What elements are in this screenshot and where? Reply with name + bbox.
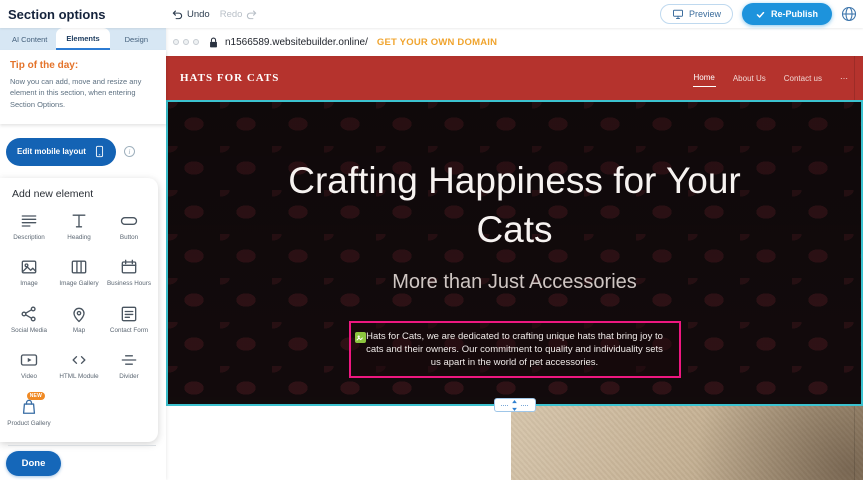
sidebar-divider bbox=[8, 445, 156, 446]
window-dot bbox=[183, 39, 189, 45]
map-icon bbox=[69, 304, 89, 324]
element-image[interactable]: Image bbox=[4, 257, 54, 289]
image-placeholder-icon bbox=[355, 332, 366, 343]
globe-icon bbox=[841, 6, 857, 22]
page-title: Section options bbox=[8, 7, 106, 22]
tip-title: Tip of the day: bbox=[10, 60, 156, 71]
window-dot bbox=[173, 39, 179, 45]
hero-subtitle[interactable]: More than Just Accessories bbox=[168, 271, 861, 294]
element-divider[interactable]: Divider bbox=[104, 350, 154, 382]
republish-button[interactable]: Re-Publish bbox=[742, 3, 832, 25]
hero-section-selected[interactable]: Crafting Happiness for Your Cats More th… bbox=[166, 100, 863, 406]
nav-about-us[interactable]: About Us bbox=[732, 70, 767, 87]
phone-icon bbox=[94, 144, 105, 159]
add-new-element-panel: Add new element Description Heading Butt… bbox=[0, 178, 158, 443]
description-icon bbox=[19, 211, 39, 231]
next-site-section bbox=[166, 406, 863, 480]
product-gallery-icon bbox=[19, 397, 39, 417]
resize-arrows-icon bbox=[511, 400, 518, 411]
language-globe-button[interactable] bbox=[841, 6, 857, 22]
history-controls: Undo Redo bbox=[172, 9, 257, 20]
business-hours-icon bbox=[119, 257, 139, 277]
element-html-module[interactable]: HTML Module bbox=[54, 350, 104, 382]
handle-dotted-line bbox=[521, 405, 528, 406]
add-element-title: Add new element bbox=[12, 188, 154, 200]
window-dot bbox=[193, 39, 199, 45]
nav-home[interactable]: Home bbox=[693, 69, 716, 87]
html-module-icon bbox=[69, 350, 89, 370]
element-contact-form[interactable]: Contact Form bbox=[104, 304, 154, 336]
video-icon bbox=[19, 350, 39, 370]
redo-label: Redo bbox=[220, 9, 243, 20]
element-image-gallery[interactable]: Image Gallery bbox=[54, 257, 104, 289]
site-url: n1566589.websitebuilder.online/ bbox=[225, 37, 368, 48]
redo-icon bbox=[246, 9, 257, 20]
tip-body: Now you can add, move and resize any ele… bbox=[10, 76, 156, 110]
element-button[interactable]: Button bbox=[104, 211, 154, 243]
section-options-sidebar: AI Content Elements Design Tip of the da… bbox=[0, 28, 166, 480]
app-screen: Section options Undo Redo Preview Re-Pub… bbox=[0, 0, 863, 480]
new-badge: NEW bbox=[27, 392, 45, 400]
top-toolbar: Section options Undo Redo Preview Re-Pub… bbox=[0, 0, 863, 28]
site-header: Hats for Cats Home About Us Contact us ⋯ bbox=[166, 56, 863, 100]
element-product-gallery[interactable]: NEW Product Gallery bbox=[4, 397, 54, 429]
divider-icon bbox=[119, 350, 139, 370]
preview-button[interactable]: Preview bbox=[660, 4, 733, 24]
check-icon bbox=[756, 10, 765, 19]
nav-contact-us[interactable]: Contact us bbox=[783, 70, 823, 87]
edit-mobile-row: Edit mobile layout i bbox=[6, 138, 166, 166]
site-logo[interactable]: Hats for Cats bbox=[180, 56, 279, 100]
element-video[interactable]: Video bbox=[4, 350, 54, 382]
handle-dotted-line bbox=[501, 405, 508, 406]
done-button[interactable]: Done bbox=[6, 451, 61, 476]
hero-title[interactable]: Crafting Happiness for Your Cats bbox=[280, 156, 750, 254]
site-nav: Home About Us Contact us ⋯ bbox=[693, 56, 850, 100]
undo-button[interactable]: Undo bbox=[172, 9, 210, 20]
image-icon bbox=[19, 257, 39, 277]
nav-more-menu[interactable]: ⋯ bbox=[839, 70, 849, 87]
site-preview-viewport: Hats for Cats Home About Us Contact us ⋯… bbox=[166, 56, 863, 480]
topbar-actions: Preview Re-Publish bbox=[660, 3, 857, 25]
tip-of-the-day-card: Tip of the day: Now you can add, move an… bbox=[0, 50, 166, 124]
element-business-hours[interactable]: Business Hours bbox=[104, 257, 154, 289]
element-grid: Description Heading Button Image Image G… bbox=[4, 211, 154, 429]
element-heading[interactable]: Heading bbox=[54, 211, 104, 243]
edit-mobile-layout-button[interactable]: Edit mobile layout bbox=[6, 138, 116, 166]
preview-label: Preview bbox=[689, 9, 721, 19]
tab-elements[interactable]: Elements bbox=[56, 28, 109, 50]
contact-form-icon bbox=[119, 304, 139, 324]
element-map[interactable]: Map bbox=[54, 304, 104, 336]
hero-body-text: Hats for Cats, we are dedicated to craft… bbox=[366, 331, 663, 368]
get-own-domain-link[interactable]: GET YOUR OWN DOMAIN bbox=[377, 37, 497, 48]
info-icon[interactable]: i bbox=[124, 146, 135, 157]
element-social-media[interactable]: Social Media bbox=[4, 304, 54, 336]
lock-icon bbox=[208, 36, 219, 49]
undo-icon bbox=[172, 9, 183, 20]
browser-address-bar: n1566589.websitebuilder.online/ GET YOUR… bbox=[166, 28, 863, 56]
window-controls bbox=[173, 39, 199, 45]
element-description[interactable]: Description bbox=[4, 211, 54, 243]
tab-ai-content[interactable]: AI Content bbox=[3, 28, 56, 50]
redo-button[interactable]: Redo bbox=[220, 9, 258, 20]
carpet-cat-photo bbox=[511, 406, 863, 480]
republish-label: Re-Publish bbox=[771, 9, 818, 19]
section-resize-handle[interactable] bbox=[494, 398, 536, 412]
social-media-icon bbox=[19, 304, 39, 324]
undo-label: Undo bbox=[187, 9, 210, 20]
hero-text-block-selected[interactable]: Hats for Cats, we are dedicated to craft… bbox=[349, 321, 681, 378]
tab-design[interactable]: Design bbox=[110, 28, 163, 50]
image-gallery-icon bbox=[69, 257, 89, 277]
edit-mobile-label: Edit mobile layout bbox=[17, 147, 86, 156]
button-icon bbox=[119, 211, 139, 231]
heading-icon bbox=[69, 211, 89, 231]
sidebar-tabs: AI Content Elements Design bbox=[0, 28, 166, 50]
monitor-icon bbox=[672, 8, 684, 20]
